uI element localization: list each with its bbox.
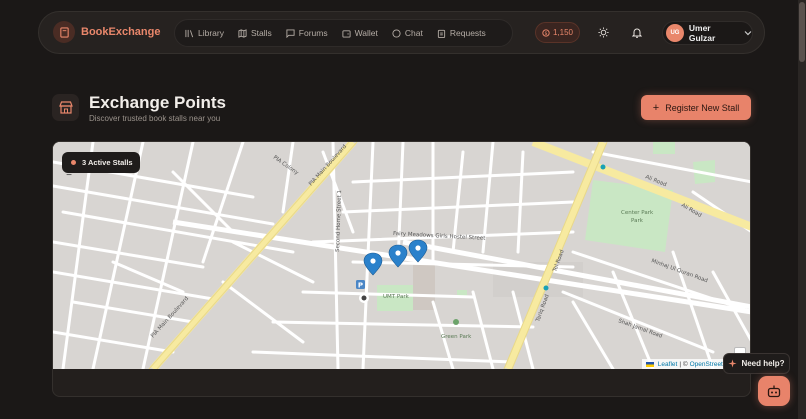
nav-item-chat[interactable]: Chat: [392, 28, 423, 38]
nav-item-library[interactable]: Library: [185, 28, 224, 38]
chatbot-button[interactable]: [758, 376, 790, 406]
store-icon: [52, 94, 79, 121]
user-name: Umer Gulzar: [688, 23, 716, 43]
status-dot: [71, 160, 76, 165]
library-icon: [185, 29, 194, 37]
wallet-icon: [342, 29, 351, 38]
map-card: Ali Road Ali Road Center Park Park Fairy…: [52, 141, 751, 397]
coin-count: 1,150: [552, 28, 574, 37]
active-stalls-badge: 3 Active Stalls: [62, 152, 140, 173]
page-title: Exchange Points: [89, 93, 226, 112]
nav-label: Forums: [298, 28, 328, 38]
stalls-map[interactable]: Ali Road Ali Road Center Park Park Fairy…: [53, 142, 750, 369]
brand[interactable]: BookExchange: [53, 21, 160, 43]
nav-item-wallet[interactable]: Wallet: [342, 28, 378, 38]
zoom-out-button[interactable]: −: [62, 171, 76, 182]
chevron-down-icon: [744, 31, 752, 36]
coin-icon: $: [542, 28, 550, 36]
coin-balance[interactable]: $ 1,150: [535, 22, 580, 43]
page-subtitle: Discover trusted book stalls near you: [89, 114, 221, 123]
register-stall-button[interactable]: + Register New Stall: [641, 95, 751, 120]
nav-label: Requests: [449, 28, 486, 38]
bell-icon: [632, 28, 642, 38]
nav-label: Library: [198, 28, 224, 38]
map-label: Center Park: [621, 210, 654, 216]
svg-text:P: P: [358, 282, 363, 290]
sun-icon: [597, 26, 609, 38]
top-navbar: BookExchange Library Stalls Forums Walle…: [38, 11, 765, 54]
map-label: Park: [631, 218, 644, 224]
book-icon: [53, 21, 75, 43]
park-icon: [453, 319, 459, 325]
nav-label: Stalls: [250, 28, 272, 38]
nav-item-requests[interactable]: Requests: [437, 28, 486, 38]
map-label: UMT Park: [383, 294, 410, 300]
user-menu[interactable]: UG Umer Gulzar: [662, 21, 753, 45]
nav-item-stalls[interactable]: Stalls: [238, 28, 272, 38]
nav-links: Library Stalls Forums Wallet Chat Reques…: [174, 19, 513, 47]
nav-label: Wallet: [354, 28, 378, 38]
active-stalls-count: 3 Active Stalls: [82, 158, 133, 167]
need-help-bubble[interactable]: Need help?: [723, 353, 790, 374]
message-square-icon: [286, 28, 295, 38]
help-label: Need help?: [741, 359, 785, 368]
map-icon: [238, 28, 247, 38]
nav-item-forums[interactable]: Forums: [286, 28, 328, 38]
attribution-separator: | ©: [679, 360, 688, 368]
scrollbar-thumb[interactable]: [799, 2, 805, 62]
map-tiles: Ali Road Ali Road Center Park Park Fairy…: [53, 142, 750, 369]
svg-text:$: $: [544, 30, 547, 36]
notifications-button[interactable]: [629, 24, 645, 40]
leaflet-link[interactable]: Leaflet: [658, 361, 678, 368]
register-label: Register New Stall: [665, 102, 740, 113]
clipboard-icon: [437, 29, 445, 38]
sparkle-icon: [728, 359, 737, 368]
flag-icon: [645, 361, 654, 367]
brand-name: BookExchange: [81, 26, 161, 38]
bot-icon: [767, 385, 781, 397]
map-label: Green Park: [441, 334, 472, 340]
nav-label: Chat: [404, 28, 423, 38]
chat-icon: [392, 28, 401, 38]
theme-toggle-button[interactable]: [595, 24, 611, 40]
page-scrollbar[interactable]: [798, 0, 806, 419]
plus-icon: +: [652, 101, 660, 114]
avatar: UG: [666, 24, 684, 42]
